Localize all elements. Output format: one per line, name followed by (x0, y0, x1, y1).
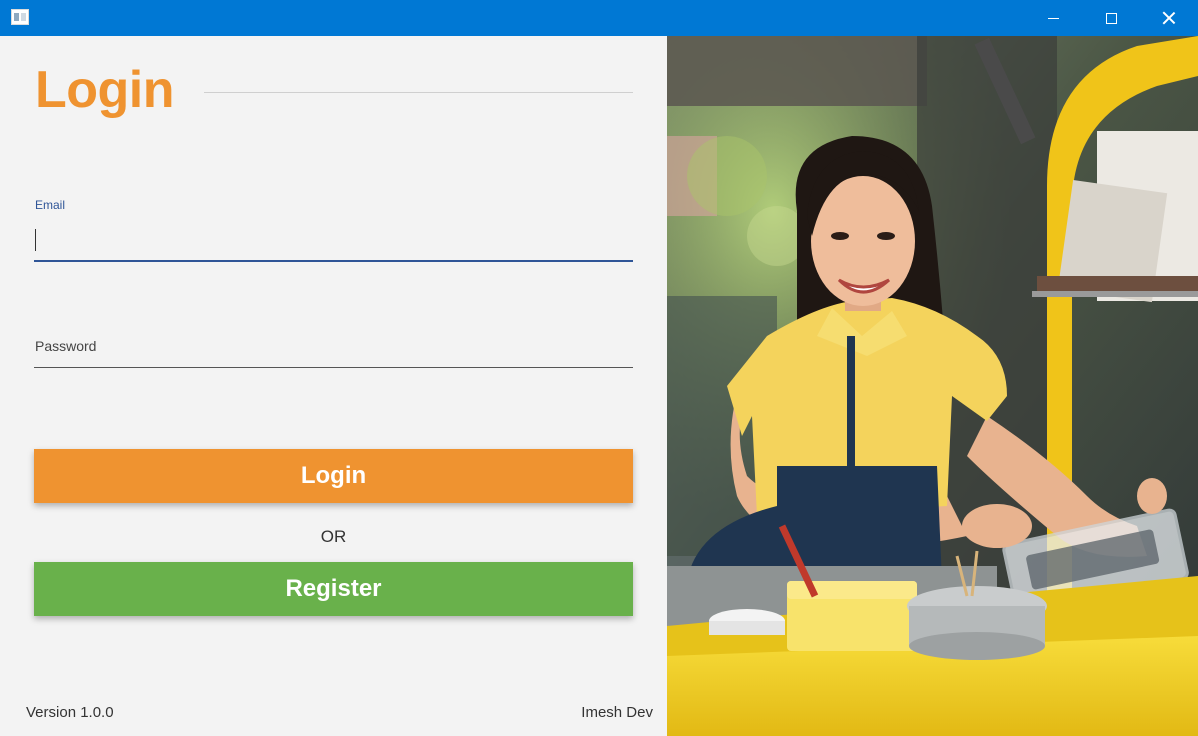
version-label: Version 1.0.0 (26, 704, 114, 721)
app-icon (11, 9, 29, 25)
register-button[interactable]: Register (34, 562, 633, 616)
or-separator: OR (320, 527, 347, 546)
password-field[interactable] (34, 356, 633, 368)
maximize-icon (1105, 12, 1117, 24)
minimize-icon (1047, 17, 1059, 19)
title-bar (0, 0, 1198, 36)
title-divider (204, 92, 633, 93)
close-button[interactable] (1140, 0, 1198, 36)
email-label: Email (35, 198, 66, 212)
close-icon (1162, 11, 1176, 25)
login-button[interactable]: Login (34, 449, 633, 503)
author-label: Imesh Dev (581, 704, 653, 721)
page-title: Login (35, 61, 175, 119)
text-caret (35, 229, 36, 251)
hero-image (667, 36, 1198, 736)
password-label: Password (35, 338, 97, 354)
email-field[interactable] (34, 222, 633, 262)
maximize-button[interactable] (1082, 0, 1140, 36)
minimize-button[interactable] (1024, 0, 1082, 36)
login-panel: Login Email Password Login OR Register V… (0, 36, 667, 736)
